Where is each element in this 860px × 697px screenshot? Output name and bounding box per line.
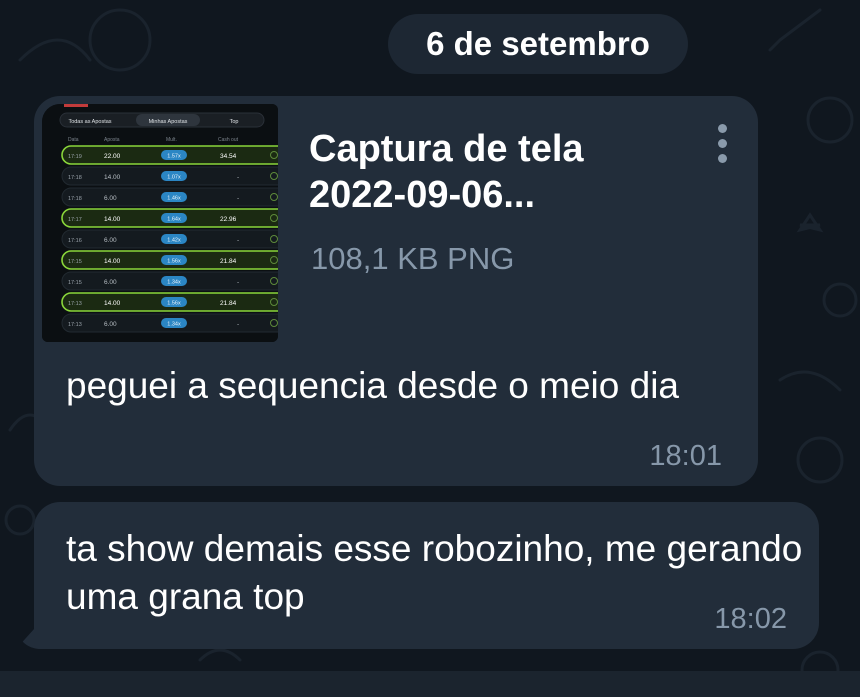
preview-row: 17:16 6.00 1.42x - [61,229,278,249]
preview-tab: Todas as Apostas [68,119,111,125]
svg-text:-: - [237,174,239,181]
file-name-line2: 2022-09-06... [309,174,536,216]
svg-text:6.00: 6.00 [104,321,117,328]
svg-text:1.42x: 1.42x [167,238,181,244]
screenshot-preview: Todas as Apostas Minhas Apostas Top Data Ap… [42,104,278,342]
svg-text:1.34x: 1.34x [167,322,181,328]
message-text: peguei a sequencia desde o meio dia [66,365,680,406]
svg-text:22.00: 22.00 [104,153,121,160]
date-separator-label: 6 de setembro [426,25,650,62]
more-vert-icon[interactable] [710,124,734,174]
svg-text:34.54: 34.54 [220,153,237,160]
preview-row: 17:18 14.00 1.07x - [61,166,278,186]
message-bubble-file[interactable]: Todas as Apostas Minhas Apostas Top Data Ap… [34,96,758,486]
svg-text:1.56x: 1.56x [167,301,181,307]
svg-text:6.00: 6.00 [104,237,117,244]
svg-text:-: - [237,321,239,328]
preview-tab: Top [230,119,239,125]
svg-text:1.34x: 1.34x [167,280,181,286]
message-time: 18:01 [649,440,722,472]
preview-row: 17:15 6.00 1.34x - [61,271,278,291]
message-bubble-text[interactable]: ta show demais esse robozinho, me gerand… [34,502,819,649]
file-meta: 108,1 KB PNG [311,241,515,276]
svg-text:17:18: 17:18 [68,196,82,202]
svg-text:17:19: 17:19 [68,154,82,160]
message-text: ta show demais esse robozinho, me gerand… [66,528,803,617]
svg-text:-: - [237,237,239,244]
preview-row: 17:13 6.00 1.34x - [61,313,278,333]
svg-text:1.57x: 1.57x [167,154,181,160]
preview-row: 17:19 22.00 1.57x 34.54 [61,145,278,165]
svg-text:17:13: 17:13 [68,301,82,307]
preview-header: Cash out [218,137,239,143]
svg-text:-: - [237,279,239,286]
svg-text:17:17: 17:17 [68,217,82,223]
message-time: 18:02 [714,603,787,635]
file-name[interactable]: Captura de tela 2022-09-06... [309,126,629,218]
svg-text:1.07x: 1.07x [167,175,181,181]
svg-text:6.00: 6.00 [104,195,117,202]
file-thumbnail[interactable]: Todas as Apostas Minhas Apostas Top Data Ap… [42,104,278,342]
preview-row: 17:17 14.00 1.64x 22.96 [61,208,278,228]
svg-text:14.00: 14.00 [104,300,121,307]
preview-header: Aposta [104,137,120,143]
input-bar-edge [0,671,860,697]
preview-row: 17:15 14.00 1.56x 21.84 [61,250,278,270]
svg-text:21.84: 21.84 [220,258,237,265]
svg-text:17:16: 17:16 [68,238,82,244]
svg-text:17:13: 17:13 [68,322,82,328]
svg-text:-: - [237,195,239,202]
preview-row: 17:13 14.00 1.56x 21.84 [61,292,278,312]
file-name-line1: Captura de tela [309,128,584,170]
svg-text:22.96: 22.96 [220,216,237,223]
svg-text:6.00: 6.00 [104,279,117,286]
svg-text:14.00: 14.00 [104,174,121,181]
preview-row: 17:18 6.00 1.46x - [61,187,278,207]
svg-text:17:18: 17:18 [68,175,82,181]
svg-text:1.46x: 1.46x [167,196,181,202]
svg-text:17:15: 17:15 [68,280,82,286]
preview-header: Data [68,137,79,143]
svg-text:1.56x: 1.56x [167,259,181,265]
preview-header: Mult. [166,137,177,143]
svg-text:1.64x: 1.64x [167,217,181,223]
svg-text:17:15: 17:15 [68,259,82,265]
svg-text:14.00: 14.00 [104,216,121,223]
preview-tab: Minhas Apostas [149,119,188,125]
svg-text:14.00: 14.00 [104,258,121,265]
svg-text:21.84: 21.84 [220,300,237,307]
date-separator: 6 de setembro [388,14,688,74]
